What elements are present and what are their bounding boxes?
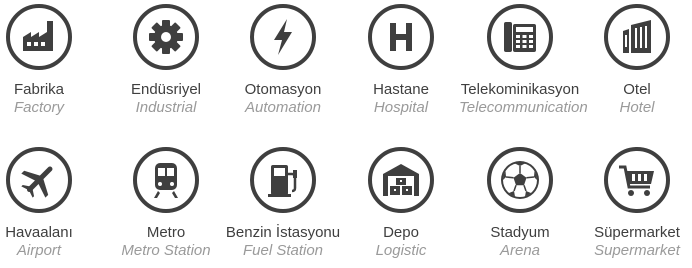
automation-badge [250,4,316,70]
arena-badge [487,147,553,213]
item-hospital: Hastane Hospital [340,4,462,117]
factory-badge [6,4,72,70]
item-industrial: Endüsriyel Industrial [105,4,227,117]
item-label: Benzin İstasyonu [225,224,341,241]
train-icon [154,163,178,198]
item-label: Depo [383,224,419,241]
hospital-badge [368,4,434,70]
item-label: Fabrika [13,81,65,98]
item-sublabel: Hotel [619,99,655,116]
lightning-icon [274,19,292,55]
item-label: Endüsriyel [130,81,202,98]
airplane-icon [21,166,53,198]
item-label: Metro [146,224,186,241]
hotel-badge [604,4,670,70]
item-sublabel: Supermarket [594,242,680,259]
item-sublabel: Airport [16,242,62,259]
hotel-building-icon [623,20,651,53]
item-arena: Stadyum Arena [459,147,581,260]
icon-grid: Fabrika Factory Endüsriyel Industrial Ot… [0,0,692,268]
item-supermarket: Süpermarket Supermarket [576,147,692,260]
item-hotel: Otel Hotel [576,4,692,117]
item-sublabel: Automation [245,99,321,116]
item-metro: Metro Metro Station [105,147,227,260]
item-sublabel: Telecommunication [459,99,588,116]
fuel-station-badge [250,147,316,213]
item-sublabel: Metro Station [121,242,211,259]
telephone-icon [504,22,536,52]
item-telecommunication: Telekominikasyon Telecommunication [459,4,588,117]
supermarket-badge [604,147,670,213]
logistic-badge [368,147,434,213]
gear-icon [149,20,183,54]
item-label: Telekominikasyon [460,81,580,98]
item-factory: Fabrika Factory [0,4,100,117]
shopping-cart-icon [619,165,654,196]
item-sublabel: Arena [499,242,541,259]
airport-badge [6,147,72,213]
item-label: Otomasyon [244,81,322,98]
factory-icon [23,21,53,51]
item-fuel-station: Benzin İstasyonu Fuel Station [222,147,344,260]
industrial-badge [133,4,199,70]
warehouse-icon [383,164,419,196]
item-sublabel: Logistic [375,242,427,259]
item-sublabel: Hospital [373,99,429,116]
item-sublabel: Fuel Station [242,242,324,259]
item-label: Stadyum [490,224,550,241]
item-label: Süpermarket [594,224,680,241]
item-sublabel: Industrial [135,99,197,116]
item-label: Otel [623,81,651,98]
item-airport: Havaalanı Airport [0,147,100,260]
soccer-ball-icon [501,161,539,199]
telecommunication-badge [487,4,553,70]
metro-badge [133,147,199,213]
hospital-h-icon [390,23,412,51]
item-automation: Otomasyon Automation [222,4,344,117]
item-label: Havaalanı [5,224,73,241]
fuel-pump-icon [268,165,297,197]
item-label: Hastane [373,81,429,98]
item-logistic: Depo Logistic [340,147,462,260]
item-sublabel: Factory [13,99,64,116]
